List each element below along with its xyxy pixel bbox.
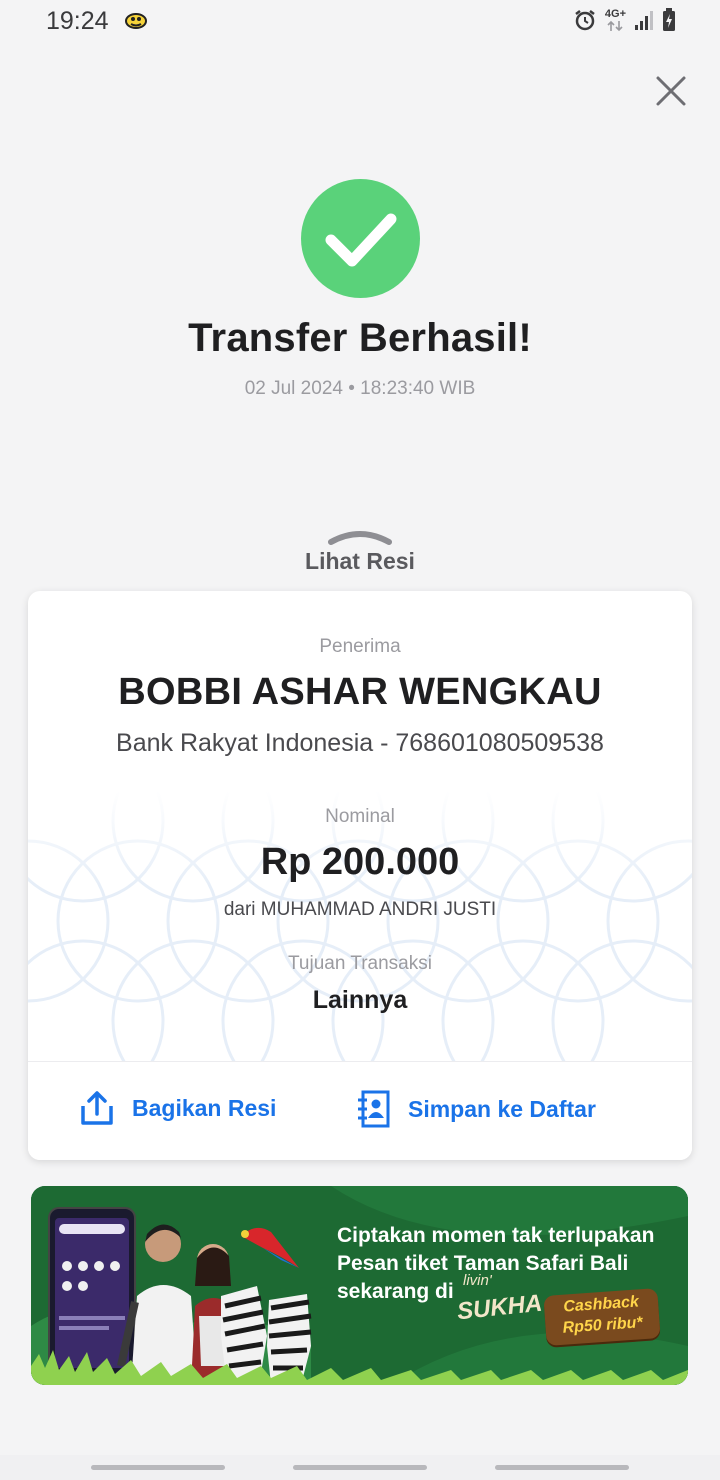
recipient-bank-account: Bank Rakyat Indonesia - 768601080509538 xyxy=(116,729,604,757)
sender-name: dari MUHAMMAD ANDRI JUSTI xyxy=(223,899,497,920)
transaction-purpose: Lainnya xyxy=(312,986,408,1014)
share-icon xyxy=(81,1091,113,1125)
view-receipt-toggle[interactable]: Lihat Resi xyxy=(0,548,720,575)
nav-back[interactable] xyxy=(495,1465,629,1470)
contact-book-icon xyxy=(358,1090,390,1128)
amount-label: Nominal xyxy=(325,806,395,827)
cashback-amount: Rp50 ribu* xyxy=(562,1314,644,1337)
save-to-list-label: Simpan ke Daftar xyxy=(408,1095,596,1122)
data-arrows-icon xyxy=(607,20,624,31)
cashback-badge: Cashback Rp50 ribu* xyxy=(543,1288,661,1346)
network-type: 4G+ xyxy=(604,7,626,20)
receipt-actions: Bagikan Resi Simpan ke Daftar xyxy=(28,1062,692,1160)
save-to-list-button[interactable]: Simpan ke Daftar xyxy=(356,1090,596,1128)
receipt-card: Penerima BOBBI ASHAR WENGKAU Bank Rakyat… xyxy=(28,591,692,1160)
transaction-datetime: 02 Jul 2024 • 18:23:40 WIB xyxy=(244,378,476,399)
notification-app-icon xyxy=(125,13,147,29)
recipient-label: Penerima xyxy=(319,636,401,657)
banner-line-1: Ciptakan momen tak terlupakan xyxy=(337,1224,655,1247)
status-icons: 4G+ xyxy=(573,8,676,32)
battery-charging-icon xyxy=(663,8,675,31)
status-time: 19:24 xyxy=(46,7,109,35)
close-button[interactable] xyxy=(652,72,690,110)
network-indicator: 4G+ xyxy=(604,7,626,32)
share-receipt-label: Bagikan Resi xyxy=(132,1094,277,1121)
banner-line-2: Pesan tiket Taman Safari Bali xyxy=(337,1252,629,1275)
brand-livin: livin' xyxy=(463,1272,492,1289)
nav-home[interactable] xyxy=(293,1465,427,1470)
purpose-label: Tujuan Transaksi xyxy=(288,953,432,974)
nav-recents[interactable] xyxy=(91,1465,225,1470)
success-badge xyxy=(301,179,420,298)
status-bar: 19:24 4G+ xyxy=(0,0,720,44)
promo-banner[interactable]: Ciptakan momen tak terlupakan Pesan tike… xyxy=(31,1186,688,1385)
chevron-up-icon[interactable] xyxy=(327,528,393,546)
background-pattern xyxy=(28,791,692,1061)
system-navigation-bar xyxy=(0,1455,720,1480)
close-icon xyxy=(656,76,686,106)
checkmark-icon xyxy=(325,213,397,267)
recipient-name: BOBBI ASHAR WENGKAU xyxy=(118,671,602,713)
page-title: Transfer Berhasil! xyxy=(188,316,532,360)
transfer-amount: Rp 200.000 xyxy=(260,841,460,883)
share-receipt-button[interactable]: Bagikan Resi xyxy=(80,1090,276,1126)
signal-icon xyxy=(635,11,653,30)
alarm-icon xyxy=(575,10,595,31)
